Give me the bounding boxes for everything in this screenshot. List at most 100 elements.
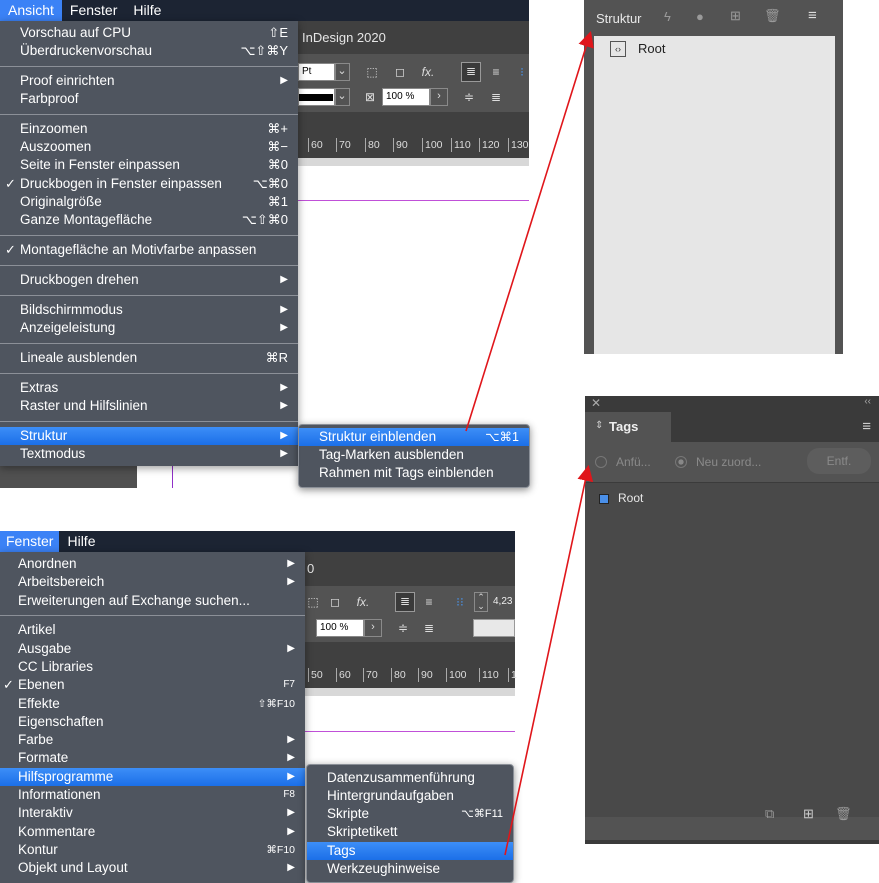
new-tag-icon[interactable]: ⊞ xyxy=(803,806,814,822)
submenu-item-tag-marken-ausblenden[interactable]: Tag-Marken ausblenden xyxy=(299,446,529,464)
menu-item-farbproof[interactable]: Farbproof xyxy=(0,90,298,108)
zoom-stepper[interactable]: › xyxy=(364,619,382,637)
hilfsprogramme-submenu: Datenzusammenführung Hintergrundaufgaben… xyxy=(306,764,514,883)
reference-point-icon[interactable]: ⁝⁝ xyxy=(452,594,468,610)
submenu-item-tags[interactable]: Tags xyxy=(307,842,513,860)
align-justify-icon[interactable]: ≡ xyxy=(421,594,437,610)
submenu-arrow-icon: ▶ xyxy=(280,304,288,315)
close-icon[interactable]: ✕ xyxy=(591,396,601,410)
fill-frame-icon[interactable]: ◻ xyxy=(392,64,408,80)
menu-item-kontur[interactable]: Kontur ⌘F10 xyxy=(0,841,305,859)
trash-icon[interactable]: 🗑 xyxy=(835,806,852,822)
menu-item-proof-einrichten[interactable]: Proof einrichten ▶ xyxy=(0,72,298,90)
menu-item-hilfsprogramme[interactable]: Hilfsprogramme ▶ xyxy=(0,768,305,786)
distribute-v-icon[interactable]: ≣ xyxy=(488,89,504,105)
reference-point-icon[interactable]: ⁝ xyxy=(514,64,530,80)
app-title: InDesign 2020 xyxy=(302,30,386,45)
distribute-v-icon[interactable]: ≣ xyxy=(421,620,437,636)
submenu-item-datenzusammenfuehrung[interactable]: Datenzusammenführung xyxy=(307,769,513,787)
lightning-icon[interactable]: ϟ xyxy=(664,9,671,24)
submenu-item-werkzeughinweise[interactable]: Werkzeughinweise xyxy=(307,860,513,878)
ansicht-menu: Vorschau auf CPU ⇧E Überdruckenvorschau ⌥⇧… xyxy=(0,21,298,466)
menu-item-vorschau-cpu[interactable]: Vorschau auf CPU ⇧E xyxy=(0,24,298,42)
remove-button[interactable]: Entf. xyxy=(807,448,871,474)
menu-item-ueberdruckenvorschau[interactable]: Überdruckenvorschau ⌥⇧⌘Y xyxy=(0,42,298,60)
color-field[interactable] xyxy=(473,619,515,637)
menu-item-interaktiv[interactable]: Interaktiv ▶ xyxy=(0,804,305,822)
menu-item-eigenschaften[interactable]: Eigenschaften xyxy=(0,713,305,731)
trash-icon[interactable]: 🗑 xyxy=(764,8,781,24)
menu-item-bildschirmmodus[interactable]: Bildschirmmodus ▶ xyxy=(0,301,298,319)
menu-item-cc-libraries[interactable]: CC Libraries xyxy=(0,658,305,676)
menu-item-ausgabe[interactable]: Ausgabe ▶ xyxy=(0,640,305,658)
menu-item-montageflaeche-motivfarbe[interactable]: ✓ Montagefläche an Motivfarbe anpassen xyxy=(0,241,298,259)
menu-item-extras[interactable]: Extras ▶ xyxy=(0,379,298,397)
distribute-icon[interactable]: ≑ xyxy=(461,89,477,105)
menu-item-ebenen[interactable]: ✓ Ebenen F7 xyxy=(0,676,305,694)
menu-fenster[interactable]: Fenster xyxy=(0,531,60,552)
submenu-item-rahmen-tags-einblenden[interactable]: Rahmen mit Tags einblenden xyxy=(299,464,529,482)
menu-item-farbe[interactable]: Farbe ▶ xyxy=(0,731,305,749)
menu-item-struktur[interactable]: Struktur ▶ xyxy=(0,427,298,445)
fx-icon[interactable]: fx. xyxy=(420,64,436,80)
submenu-item-hintergrundaufgaben[interactable]: Hintergrundaufgaben xyxy=(307,787,513,805)
menu-item-effekte[interactable]: Effekte ⇧⌘F10 xyxy=(0,695,305,713)
zoom-field[interactable]: 100 % xyxy=(316,619,364,637)
menu-item-kommentare[interactable]: Kommentare ▶ xyxy=(0,823,305,841)
menu-fenster[interactable]: Fenster xyxy=(62,0,125,21)
menu-item-lineale-ausblenden[interactable]: Lineale ausblenden ⌘R xyxy=(0,349,298,367)
menu-item-seite-einpassen[interactable]: Seite in Fenster einpassen ⌘0 xyxy=(0,156,298,174)
menu-item-artikel[interactable]: Artikel xyxy=(0,621,305,639)
menu-hilfe[interactable]: Hilfe xyxy=(125,0,169,21)
zoom-field[interactable]: 100 % xyxy=(382,88,430,106)
submenu-item-skriptetikett[interactable]: Skriptetikett xyxy=(307,823,513,841)
new-element-icon[interactable]: ⊞ xyxy=(730,8,741,24)
align-justify-icon[interactable]: ≡ xyxy=(488,64,504,80)
stroke-weight-field[interactable]: Pt xyxy=(298,63,336,81)
submenu-arrow-icon: ▶ xyxy=(287,862,295,873)
menu-item-ganze-montageflaeche[interactable]: Ganze Montagefläche ⌥⇧⌘0 xyxy=(0,211,298,229)
menu-item-druckbogen-drehen[interactable]: Druckbogen drehen ▶ xyxy=(0,271,298,289)
menu-item-auszoomen[interactable]: Auszoomen ⌘− xyxy=(0,138,298,156)
tags-tab[interactable]: ⇕ Tags xyxy=(585,412,671,442)
ruler-tick: 60 xyxy=(308,138,323,152)
distribute-icon[interactable]: ≑ xyxy=(395,620,411,636)
value-field[interactable]: 4,23 xyxy=(490,592,515,612)
menu-hilfe[interactable]: Hilfe xyxy=(59,531,103,552)
menu-item-originalgroesse[interactable]: Originalgröße ⌘1 xyxy=(0,193,298,211)
menu-item-druckbogen-einpassen[interactable]: ✓ Druckbogen in Fenster einpassen ⌥⌘0 xyxy=(0,175,298,193)
menu-item-textmodus[interactable]: Textmodus ▶ xyxy=(0,445,298,463)
menu-item-erweiterungen[interactable]: Erweiterungen auf Exchange suchen... xyxy=(0,592,305,610)
fill-frame-icon[interactable]: ◻ xyxy=(327,594,343,610)
menu-item-anzeigeleistung[interactable]: Anzeigeleistung ▶ xyxy=(0,319,298,337)
stroke-type-field[interactable] xyxy=(298,88,336,106)
panel-menu-icon[interactable]: ≡ xyxy=(808,7,817,24)
stroke-type-dropdown[interactable]: ⌄ xyxy=(334,88,350,106)
frame-select-icon[interactable]: ⬚ xyxy=(305,594,321,610)
radio-neu-zuordnen[interactable] xyxy=(675,456,687,468)
align-center-icon[interactable]: ≣ xyxy=(395,592,415,612)
menu-item-raster-hilfslinien[interactable]: Raster und Hilfslinien ▶ xyxy=(0,397,298,415)
menu-item-formate[interactable]: Formate ▶ xyxy=(0,749,305,767)
panel-menu-icon[interactable]: ≡ xyxy=(862,418,871,435)
value-stepper[interactable]: ⌃ ⌄ xyxy=(474,592,488,612)
menu-item-einzoomen[interactable]: Einzoomen ⌘+ xyxy=(0,120,298,138)
scale-icon[interactable]: ⊠ xyxy=(362,89,378,105)
submenu-item-skripte[interactable]: Skripte ⌥⌘F11 xyxy=(307,805,513,823)
menu-item-arbeitsbereich[interactable]: Arbeitsbereich ▶ xyxy=(0,573,305,591)
collapse-icon[interactable]: ‹‹ xyxy=(864,396,871,407)
submenu-item-struktur-einblenden[interactable]: Struktur einblenden ⌥⌘1 xyxy=(299,428,529,446)
stroke-weight-dropdown[interactable]: ⌄ xyxy=(334,63,350,81)
menu-item-informationen[interactable]: Informationen F8 xyxy=(0,786,305,804)
load-tags-icon[interactable]: ⧉ xyxy=(765,806,774,822)
fx-icon[interactable]: fx. xyxy=(355,594,371,610)
menu-item-anordnen[interactable]: Anordnen ▶ xyxy=(0,555,305,573)
align-center-icon[interactable]: ≣ xyxy=(461,62,481,82)
ruler-tick: 80 xyxy=(365,138,380,152)
menu-ansicht[interactable]: Ansicht xyxy=(0,0,62,21)
zoom-stepper[interactable]: › xyxy=(430,88,448,106)
dot-icon[interactable]: ● xyxy=(696,9,704,24)
radio-anfuegen[interactable] xyxy=(595,456,607,468)
menu-item-objekt-layout[interactable]: Objekt und Layout ▶ xyxy=(0,859,305,877)
frame-select-icon[interactable]: ⬚ xyxy=(364,64,380,80)
